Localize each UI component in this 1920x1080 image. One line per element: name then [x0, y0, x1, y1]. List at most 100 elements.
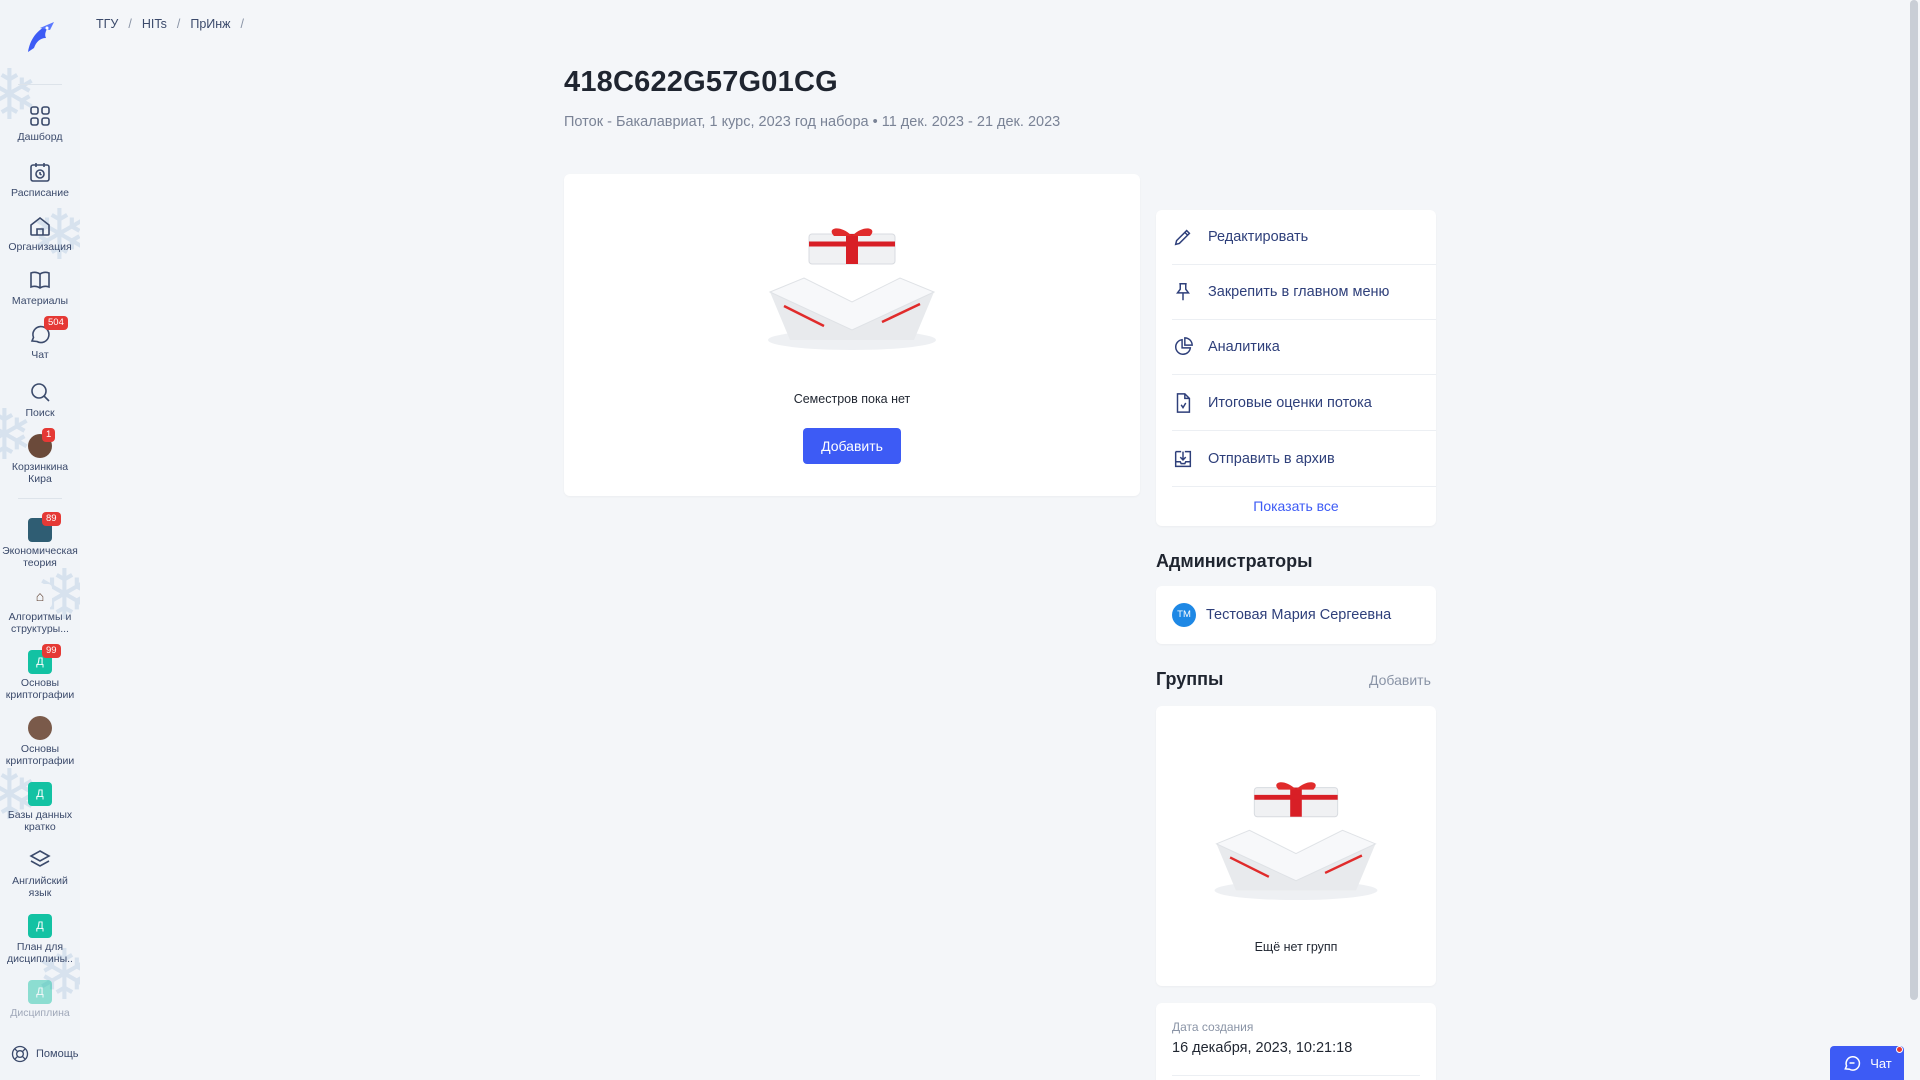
admins-card: ТМ Тестовая Мария Сергеевна	[1156, 586, 1436, 644]
empty-gift-icon	[1214, 782, 1378, 901]
sidebar-item-search[interactable]: Поиск	[0, 380, 80, 419]
sidebar-item-label: Основы криптографии	[5, 677, 75, 701]
sidebar-course-discipline[interactable]: Д Дисциплина	[0, 980, 80, 1019]
admin-item[interactable]: ТМ Тестовая Мария Сергеевна	[1172, 603, 1391, 627]
pie-chart-icon	[1175, 337, 1193, 355]
sidebar-item-dashboard[interactable]: Дашборд	[0, 104, 80, 143]
course-initial: Д	[36, 788, 44, 800]
meta-card: Дата создания 16 декабря, 2023, 10:21:18	[1156, 1003, 1436, 1080]
notification-dot	[1896, 1046, 1903, 1053]
sidebar-item-label: Поиск	[25, 407, 55, 419]
created-label: Дата создания	[1172, 1020, 1254, 1034]
sidebar-item-label: Английский язык	[12, 875, 68, 899]
sidebar-course-plan[interactable]: Д План для дисциплины..	[0, 914, 80, 965]
action-archive[interactable]: Отправить в архив	[1172, 432, 1436, 487]
course-initial: Д	[36, 986, 44, 998]
breadcrumb-item[interactable]: ТГУ	[96, 17, 118, 31]
sidebar-course-databases[interactable]: Д Базы данных кратко	[0, 782, 80, 833]
sidebar-item-profile[interactable]: 1 Корзинкина Кира	[0, 428, 80, 485]
created-value: 16 декабря, 2023, 10:21:18	[1172, 1040, 1353, 1056]
pencil-icon	[1174, 229, 1191, 246]
search-icon	[28, 380, 52, 404]
empty-state-text: Семестров пока нет	[793, 392, 911, 406]
help-button[interactable]: Помощь	[10, 1044, 79, 1064]
sidebar-item-label: Расписание	[11, 187, 69, 199]
breadcrumb-separator: /	[240, 17, 244, 31]
sidebar-divider	[18, 498, 62, 499]
course-avatar: Д 99	[28, 644, 61, 674]
course-avatar: Д	[28, 782, 52, 806]
avatar: 1	[28, 428, 56, 458]
divider	[1172, 1075, 1420, 1076]
lifebuoy-icon	[11, 1045, 29, 1063]
action-label: Редактировать	[1208, 229, 1309, 245]
unread-badge: 504	[44, 316, 68, 330]
admins-title: Администраторы	[1156, 551, 1313, 571]
sidebar-item-label: Экономическая теория	[2, 545, 78, 569]
sidebar-course-economics[interactable]: 89 Экономическая теория	[0, 512, 80, 569]
course-avatar: ⌂	[28, 584, 52, 608]
breadcrumb-item[interactable]: HITs	[142, 17, 167, 31]
empty-gift-icon	[768, 228, 936, 350]
unread-badge: 99	[42, 644, 61, 658]
logo-icon[interactable]	[20, 18, 60, 58]
avatar: ТМ	[1172, 603, 1196, 627]
sidebar-course-crypto-1[interactable]: Д 99 Основы криптографии	[0, 644, 80, 701]
action-label: Закрепить в главном меню	[1208, 284, 1390, 300]
course-avatar: Д	[28, 914, 52, 938]
sidebar-item-label: Корзинкина Кира	[11, 461, 69, 485]
layers-icon	[28, 848, 52, 872]
add-group-link[interactable]: Добавить	[1369, 672, 1431, 688]
sidebar-item-label: План для дисциплины..	[7, 941, 73, 965]
breadcrumb-separator: /	[128, 17, 132, 31]
chat-icon: 504	[28, 316, 68, 346]
breadcrumb: ТГУ / HITs / ПрИнж /	[96, 17, 244, 31]
page-title: 418C622G57G01CG	[564, 66, 838, 98]
sidebar-item-label: Базы данных кратко	[7, 809, 73, 833]
sidebar-item-label: Дисциплина	[10, 1007, 70, 1019]
action-analytics[interactable]: Аналитика	[1172, 320, 1436, 375]
sidebar-divider	[18, 84, 62, 85]
page-subtitle: Поток - Бакалавриат, 1 курс, 2023 год на…	[564, 114, 1061, 130]
course-avatar: 89	[28, 512, 61, 542]
action-pin[interactable]: Закрепить в главном меню	[1172, 265, 1436, 320]
sidebar-item-label: Алгоритмы и структуры...	[8, 611, 72, 635]
grid-icon	[28, 104, 52, 128]
action-label: Отправить в архив	[1208, 451, 1335, 467]
document-icon	[1176, 393, 1191, 413]
add-semester-button[interactable]: Добавить	[803, 428, 901, 464]
chat-widget-button[interactable]: Чат	[1830, 1046, 1904, 1080]
book-icon	[28, 268, 52, 292]
sidebar: ❄ ❄ ❄ ❄ ❄ ❄ Дашборд Расписание Организац…	[0, 0, 80, 1080]
action-label: Аналитика	[1208, 339, 1280, 355]
house-icon	[28, 214, 52, 238]
sidebar-item-schedule[interactable]: Расписание	[0, 160, 80, 199]
sidebar-item-chat[interactable]: 504 Чат	[0, 316, 80, 361]
groups-card: Ещё нет групп	[1156, 706, 1436, 986]
course-initial: Д	[36, 656, 44, 668]
chat-widget-label: Чат	[1870, 1055, 1892, 1071]
action-edit[interactable]: Редактировать	[1172, 210, 1436, 265]
sidebar-item-label: Организация	[8, 241, 72, 253]
action-label: Итоговые оценки потока	[1208, 395, 1372, 411]
sidebar-course-algorithms[interactable]: ⌂ Алгоритмы и структуры...	[0, 584, 80, 635]
notification-badge: 1	[42, 428, 56, 442]
sidebar-course-crypto-2[interactable]: Основы криптографии	[0, 716, 80, 767]
show-all-link[interactable]: Показать все	[1156, 498, 1436, 514]
sidebar-course-english[interactable]: Английский язык	[0, 848, 80, 899]
empty-state-text: Ещё нет групп	[1254, 940, 1338, 954]
sidebar-item-materials[interactable]: Материалы	[0, 268, 80, 307]
action-final-grades[interactable]: Итоговые оценки потока	[1172, 376, 1436, 431]
sidebar-item-label: Основы криптографии	[5, 743, 75, 767]
unread-badge: 89	[42, 512, 61, 526]
sidebar-item-label: Материалы	[11, 295, 69, 307]
scrollbar-thumb[interactable]	[1910, 0, 1918, 1000]
scrollbar[interactable]	[1908, 0, 1920, 1080]
breadcrumb-separator: /	[176, 17, 181, 31]
calendar-clock-icon	[28, 160, 52, 184]
course-avatar	[28, 716, 52, 740]
breadcrumb-item[interactable]: ПрИнж	[190, 17, 230, 31]
sidebar-item-label: Дашборд	[17, 131, 63, 143]
groups-title: Группы	[1156, 669, 1224, 689]
sidebar-item-organization[interactable]: Организация	[0, 214, 80, 253]
